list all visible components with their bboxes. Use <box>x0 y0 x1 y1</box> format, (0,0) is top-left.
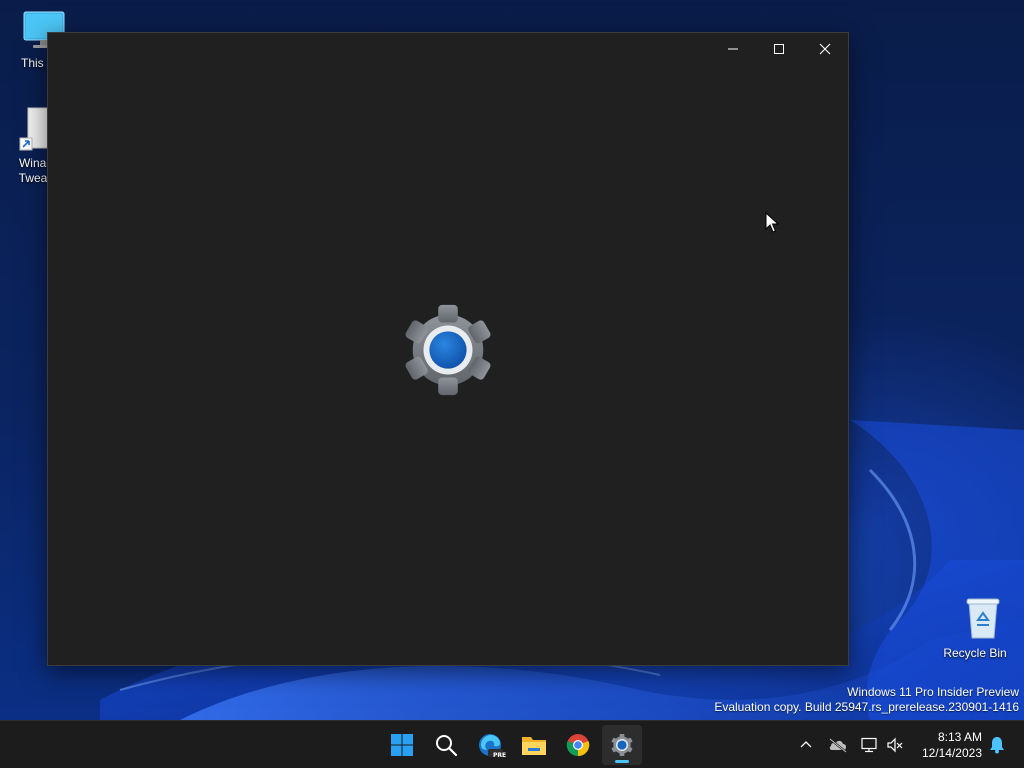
settings-taskbar-button[interactable] <box>602 725 642 765</box>
settings-gear-icon <box>611 733 633 757</box>
maximize-button[interactable] <box>756 33 802 65</box>
edge-dev-button[interactable]: PRE <box>470 725 510 765</box>
notification-bell-icon <box>990 737 1004 754</box>
close-button[interactable] <box>802 33 848 65</box>
file-explorer-icon <box>522 737 546 755</box>
close-icon <box>819 43 831 55</box>
windows-start-icon <box>391 734 413 756</box>
watermark-line-1: Windows 11 Pro Insider Preview <box>847 685 1019 699</box>
search-icon <box>436 735 458 757</box>
minimize-button[interactable] <box>710 33 756 65</box>
recycle-bin-icon <box>966 598 1000 639</box>
evaluation-watermark: Windows 11 Pro Insider Preview Evaluatio… <box>714 685 1019 715</box>
volume-muted-icon <box>887 737 903 753</box>
onedrive-offline-icon <box>829 738 847 753</box>
minimize-icon <box>728 48 738 50</box>
chevron-up-icon <box>800 741 812 748</box>
settings-window[interactable] <box>47 32 849 666</box>
chrome-button[interactable] <box>558 725 598 765</box>
file-explorer-button[interactable] <box>514 725 554 765</box>
taskbar: PRE 8:13 AM 12/14/2023 <box>0 720 1024 768</box>
notification-center-button[interactable] <box>985 733 1009 757</box>
show-hidden-icons-button[interactable] <box>794 733 818 757</box>
clock-date: 12/14/2023 <box>921 746 982 760</box>
desktop-icon-label: Recycle Bin <box>943 646 1007 660</box>
mouse-cursor-icon <box>765 212 779 233</box>
start-button[interactable] <box>382 725 422 765</box>
active-app-indicator <box>615 760 629 763</box>
clock[interactable]: 8:13 AM 12/14/2023 <box>912 729 982 761</box>
network-icon <box>861 737 877 753</box>
title-bar[interactable] <box>48 33 848 65</box>
maximize-icon <box>774 44 784 54</box>
clock-time: 8:13 AM <box>937 730 982 744</box>
search-button[interactable] <box>426 725 466 765</box>
onedrive-tray-button[interactable] <box>826 733 850 757</box>
volume-tray-button[interactable] <box>883 733 907 757</box>
watermark-line-2: Evaluation copy. Build 25947.rs_prerelea… <box>714 700 1019 714</box>
network-tray-button[interactable] <box>857 733 881 757</box>
desktop-icon-recycle-bin[interactable]: Recycle Bin <box>939 596 1011 661</box>
edge-dev-badge: PRE <box>493 752 507 759</box>
chrome-icon <box>566 734 590 757</box>
settings-gear-icon <box>405 304 491 396</box>
